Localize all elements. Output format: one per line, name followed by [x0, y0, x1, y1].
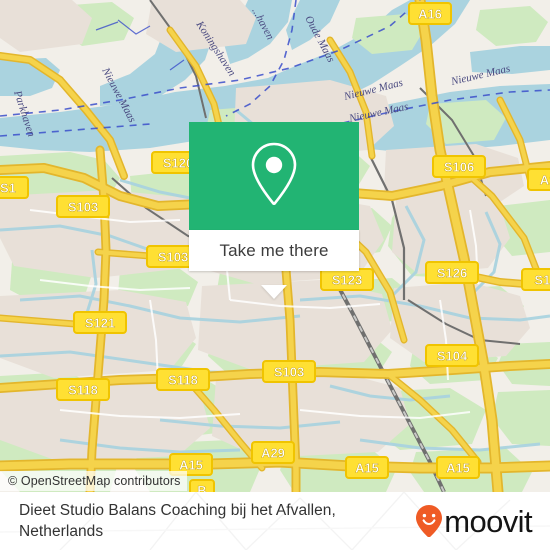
take-me-there-label: Take me there — [219, 240, 329, 260]
road-shield: S103 — [56, 195, 110, 218]
callout-tail — [261, 285, 287, 299]
svg-text:S104: S104 — [437, 349, 468, 364]
svg-text:S123: S123 — [332, 273, 362, 288]
svg-text:S103: S103 — [68, 200, 98, 215]
svg-text:S1: S1 — [0, 181, 16, 196]
map-pin-icon — [251, 142, 297, 205]
road-shield: S126 — [425, 261, 479, 284]
svg-text:B: B — [197, 483, 206, 492]
take-me-there-button[interactable]: Take me there — [189, 230, 359, 271]
road-shield: S123 — [320, 268, 374, 291]
road-shield: A16 — [408, 2, 452, 25]
callout-header — [189, 122, 359, 230]
footer-bar: Dieet Studio Balans Coaching bij het Afv… — [0, 492, 550, 550]
road-shield: A15 — [436, 456, 480, 479]
road-shield: A15 — [345, 456, 389, 479]
road-shield: S103 — [262, 360, 316, 383]
svg-text:S118: S118 — [68, 383, 98, 398]
road-shield: A1 — [527, 168, 550, 191]
svg-text:A29: A29 — [261, 446, 285, 461]
screenshot-root: Nieuwe Maas Koningshaven ...haven Parkha… — [0, 0, 550, 550]
moovit-pin-icon — [416, 505, 443, 537]
osm-attribution[interactable]: © OpenStreetMap contributors — [0, 471, 187, 491]
road-shield: S121 — [73, 311, 127, 334]
location-title: Dieet Studio Balans Coaching bij het Afv… — [19, 502, 336, 540]
moovit-wordmark: moovit — [444, 503, 532, 539]
road-shield: S1 — [0, 176, 29, 199]
road-shield: A29 — [251, 441, 295, 464]
svg-text:S103: S103 — [274, 365, 304, 380]
svg-text:A15: A15 — [355, 461, 379, 476]
road-shield: S118 — [56, 378, 110, 401]
svg-text:A16: A16 — [418, 7, 442, 22]
svg-text:S126: S126 — [437, 266, 467, 281]
map-callout[interactable]: Take me there — [189, 122, 359, 299]
road-shield: B — [189, 479, 215, 492]
svg-text:A1: A1 — [540, 173, 550, 188]
svg-text:S10: S10 — [534, 273, 550, 288]
moovit-logo[interactable]: moovit — [416, 505, 540, 537]
road-shield: S106 — [432, 155, 486, 178]
road-shield: S104 — [425, 344, 479, 367]
svg-text:A15: A15 — [446, 461, 470, 476]
svg-text:S121: S121 — [85, 316, 115, 331]
svg-text:S106: S106 — [444, 160, 474, 175]
svg-text:S103: S103 — [158, 250, 188, 265]
svg-text:S118: S118 — [168, 373, 198, 388]
road-shield: S10 — [521, 268, 550, 291]
road-shield: S118 — [156, 368, 210, 391]
